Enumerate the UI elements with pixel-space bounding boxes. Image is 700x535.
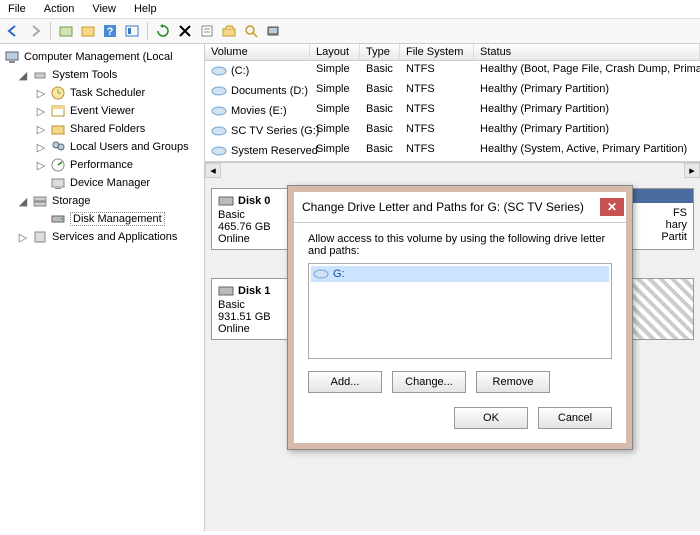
tree-disk-management[interactable]: ▷Disk Management [0, 210, 204, 228]
close-icon: ✕ [607, 200, 617, 214]
col-filesystem[interactable]: File System [400, 44, 474, 61]
tree-performance[interactable]: ▷Performance [0, 156, 204, 174]
services-icon [32, 229, 48, 245]
menu-action[interactable]: Action [44, 3, 75, 15]
tree-system-tools[interactable]: ◢System Tools [0, 66, 204, 84]
forward-button[interactable] [26, 22, 44, 40]
col-volume[interactable]: Volume [205, 44, 310, 61]
drive-icon [313, 266, 329, 282]
folder-share-icon [50, 121, 66, 137]
tree-storage[interactable]: ◢Storage [0, 192, 204, 210]
tree-device-manager[interactable]: ▷Device Manager [0, 174, 204, 192]
properties-icon[interactable] [198, 22, 216, 40]
volume-header[interactable]: Volume Layout Type File System Status [205, 44, 700, 61]
table-row[interactable]: SC TV Series (G:)SimpleBasicNTFSHealthy … [205, 121, 700, 141]
dialog-instruction: Allow access to this volume by using the… [308, 233, 612, 257]
table-row[interactable]: Movies (E:)SimpleBasicNTFSHealthy (Prima… [205, 101, 700, 121]
tree-local-users[interactable]: ▷Local Users and Groups [0, 138, 204, 156]
table-row[interactable]: System ReservedSimpleBasicNTFSHealthy (S… [205, 141, 700, 161]
volume-icon [211, 83, 227, 99]
scroll-left-icon[interactable]: ◂ [205, 163, 221, 178]
tree-services[interactable]: ▷Services and Applications [0, 228, 204, 246]
dialog-titlebar[interactable]: Change Drive Letter and Paths for G: (SC… [294, 192, 626, 222]
table-row[interactable]: (C:)SimpleBasicNTFSHealthy (Boot, Page F… [205, 61, 700, 81]
drive-paths-listbox[interactable]: G: [308, 263, 612, 359]
list-item[interactable]: G: [311, 266, 609, 282]
toolbar: ? [0, 18, 700, 44]
wrench-icon [32, 67, 48, 83]
menubar: File Action View Help [0, 0, 700, 18]
remove-button[interactable]: Remove [476, 371, 550, 393]
expand-icon[interactable]: ▷ [36, 141, 46, 154]
cancel-button[interactable]: Cancel [538, 407, 612, 429]
tree-root[interactable]: Computer Management (Local [0, 48, 204, 66]
help-icon[interactable]: ? [101, 22, 119, 40]
scroll-right-icon[interactable]: ▸ [684, 163, 700, 178]
col-status[interactable]: Status [474, 44, 700, 61]
dialog-title: Change Drive Letter and Paths for G: (SC… [302, 200, 584, 214]
hdd-icon [218, 283, 234, 299]
perf-icon [50, 157, 66, 173]
back-button[interactable] [4, 22, 22, 40]
expand-icon[interactable]: ▷ [18, 231, 28, 244]
disk-0-info: Disk 0 Basic 465.76 GB Online [211, 188, 293, 250]
change-drive-letter-dialog: Change Drive Letter and Paths for G: (SC… [287, 185, 633, 450]
expand-icon[interactable]: ▷ [36, 105, 46, 118]
tree-shared-folders[interactable]: ▷Shared Folders [0, 120, 204, 138]
toolbar-icon-6[interactable] [264, 22, 282, 40]
collapse-icon[interactable]: ◢ [18, 195, 28, 208]
device-icon [50, 175, 66, 191]
menu-file[interactable]: File [8, 3, 26, 15]
disk-1-info: Disk 1 Basic 931.51 GB Online [211, 278, 293, 340]
computer-icon [4, 49, 20, 65]
close-button[interactable]: ✕ [600, 198, 624, 216]
col-type[interactable]: Type [360, 44, 400, 61]
delete-icon[interactable] [176, 22, 194, 40]
storage-icon [32, 193, 48, 209]
volume-icon [211, 123, 227, 139]
menu-view[interactable]: View [92, 3, 116, 15]
toolbar-icon-4[interactable] [220, 22, 238, 40]
table-row[interactable]: Documents (D:)SimpleBasicNTFSHealthy (Pr… [205, 81, 700, 101]
volume-icon [211, 63, 227, 79]
horizontal-scrollbar[interactable]: ◂▸ [205, 162, 700, 178]
toolbar-icon-5[interactable] [242, 22, 260, 40]
col-layout[interactable]: Layout [310, 44, 360, 61]
clock-icon [50, 85, 66, 101]
toolbar-icon-3[interactable] [123, 22, 141, 40]
tree-task-scheduler[interactable]: ▷Task Scheduler [0, 84, 204, 102]
tree-event-viewer[interactable]: ▷Event Viewer [0, 102, 204, 120]
expand-icon[interactable]: ▷ [36, 159, 46, 172]
expand-icon[interactable]: ▷ [36, 87, 46, 100]
users-icon [50, 139, 66, 155]
menu-help[interactable]: Help [134, 3, 157, 15]
ok-button[interactable]: OK [454, 407, 528, 429]
add-button[interactable]: Add... [308, 371, 382, 393]
collapse-icon[interactable]: ◢ [18, 69, 28, 82]
refresh-icon[interactable] [154, 22, 172, 40]
disk-icon [50, 211, 66, 227]
toolbar-icon-1[interactable] [57, 22, 75, 40]
event-icon [50, 103, 66, 119]
nav-tree[interactable]: Computer Management (Local ◢System Tools… [0, 44, 205, 531]
volume-icon [211, 143, 227, 159]
svg-text:?: ? [107, 26, 114, 38]
change-button[interactable]: Change... [392, 371, 466, 393]
volume-icon [211, 103, 227, 119]
expand-icon[interactable]: ▷ [36, 123, 46, 136]
toolbar-icon-2[interactable] [79, 22, 97, 40]
volume-list[interactable]: Volume Layout Type File System Status (C… [205, 44, 700, 162]
hdd-icon [218, 193, 234, 209]
